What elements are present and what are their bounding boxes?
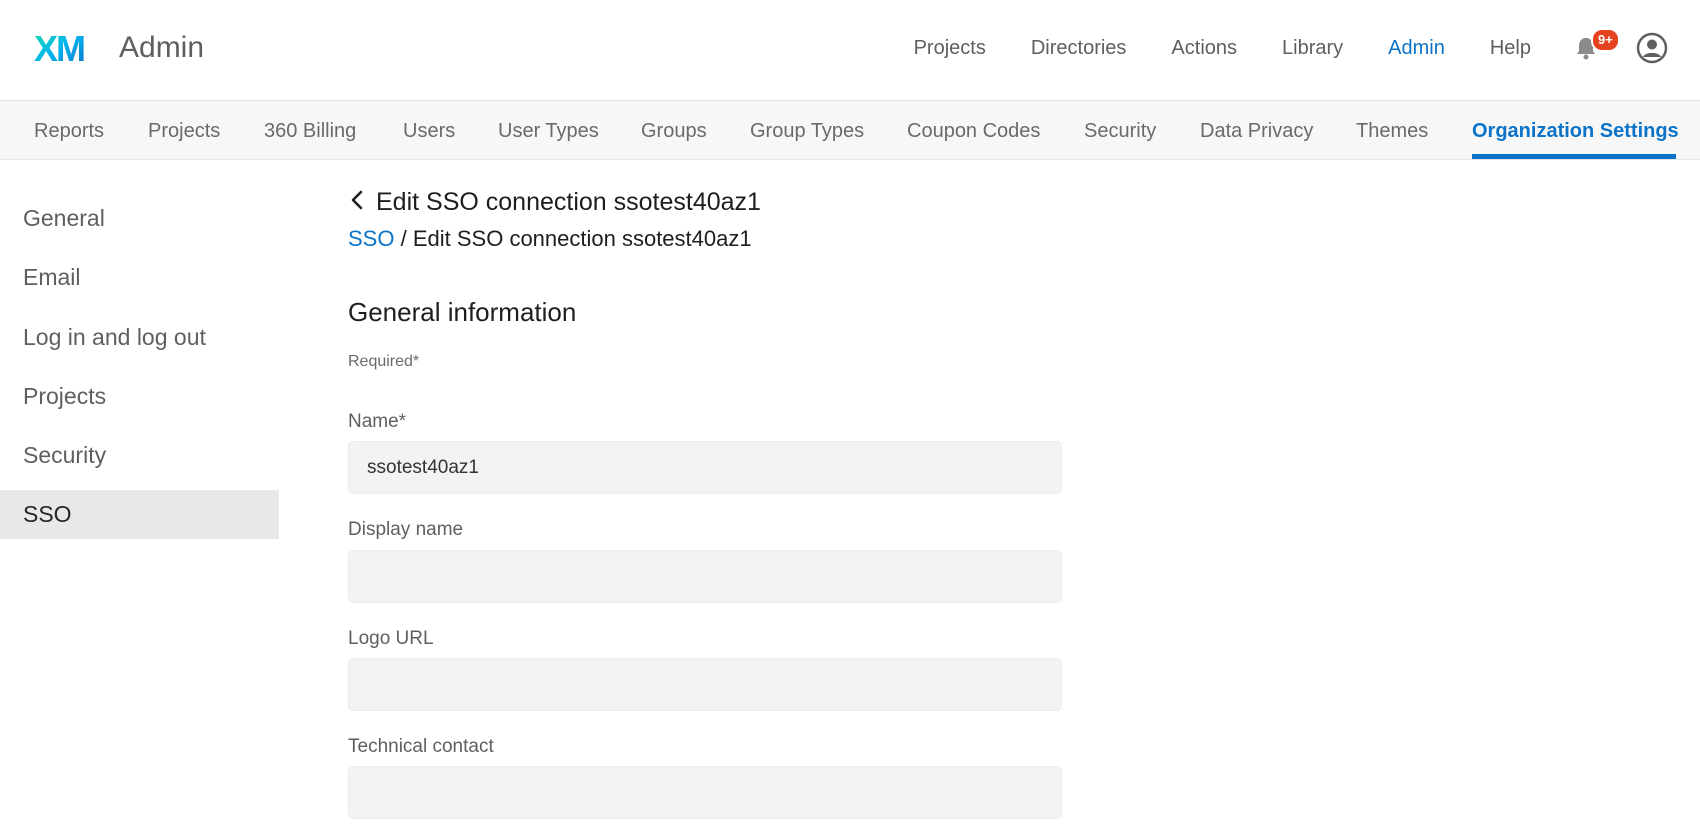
display-name-label: Display name <box>348 519 464 540</box>
logo-url-label: Logo URL <box>348 628 434 649</box>
top-header: XM Admin Projects Directories Actions Li… <box>0 0 1700 101</box>
subnav-data-privacy[interactable]: Data Privacy <box>1200 119 1313 143</box>
topnav-help[interactable]: Help <box>1490 37 1531 60</box>
sidebar-item-email[interactable]: Email <box>0 253 279 302</box>
sidebar-item-log-in-and-log-out[interactable]: Log in and log out <box>0 313 279 362</box>
technical-contact-input[interactable] <box>348 766 1062 819</box>
subnav-projects[interactable]: Projects <box>148 119 220 143</box>
breadcrumb-sso-link[interactable]: SSO <box>348 226 394 251</box>
subnav-security[interactable]: Security <box>1084 119 1156 143</box>
top-nav: Projects Directories Actions Library Adm… <box>869 0 1700 96</box>
logo-url-input[interactable] <box>348 658 1062 711</box>
sidebar-item-projects[interactable]: Projects <box>0 372 279 421</box>
sidebar-item-general[interactable]: General <box>0 194 279 243</box>
notifications-button[interactable]: 9+ <box>1575 28 1620 62</box>
subnav-reports[interactable]: Reports <box>34 119 104 143</box>
back-chevron-icon[interactable] <box>348 188 368 214</box>
name-input[interactable] <box>348 441 1062 494</box>
breadcrumb-separator: / <box>400 226 407 251</box>
notification-badge: 9+ <box>1591 28 1620 52</box>
topnav-projects[interactable]: Projects <box>914 37 986 60</box>
display-name-input[interactable] <box>348 550 1062 603</box>
subnav-coupon-codes[interactable]: Coupon Codes <box>907 119 1040 143</box>
xm-logo[interactable]: XM <box>34 30 94 66</box>
subnav-organization-settings[interactable]: Organization Settings <box>1472 119 1679 143</box>
user-account-icon[interactable] <box>1636 32 1668 64</box>
app-title: Admin <box>119 31 205 64</box>
required-note: Required* <box>348 353 420 370</box>
subnav-group-types[interactable]: Group Types <box>750 119 864 143</box>
technical-contact-label: Technical contact <box>348 736 494 757</box>
section-title: General information <box>348 297 577 327</box>
topnav-directories[interactable]: Directories <box>1031 37 1127 60</box>
breadcrumb-current: Edit SSO connection ssotest40az1 <box>412 226 752 251</box>
sidebar-item-sso[interactable]: SSO <box>0 490 279 539</box>
subnav-user-types[interactable]: User Types <box>498 119 599 143</box>
svg-text:XM: XM <box>34 30 84 66</box>
topnav-admin[interactable]: Admin <box>1388 37 1445 60</box>
name-label: Name* <box>348 411 407 432</box>
sidebar-item-security[interactable]: Security <box>0 431 279 480</box>
subnav-users[interactable]: Users <box>403 119 455 143</box>
topnav-library[interactable]: Library <box>1282 37 1343 60</box>
subnav-themes[interactable]: Themes <box>1356 119 1428 143</box>
admin-subnav: Reports Projects 360 Billing Users User … <box>0 101 1700 160</box>
page-title: Edit SSO connection ssotest40az1 <box>376 188 761 216</box>
subnav-groups[interactable]: Groups <box>641 119 707 143</box>
subnav-360-billing[interactable]: 360 Billing <box>264 119 356 143</box>
topnav-actions[interactable]: Actions <box>1171 37 1237 60</box>
breadcrumb: SSO / Edit SSO connection ssotest40az1 <box>348 225 752 253</box>
active-tab-indicator <box>1472 154 1676 159</box>
